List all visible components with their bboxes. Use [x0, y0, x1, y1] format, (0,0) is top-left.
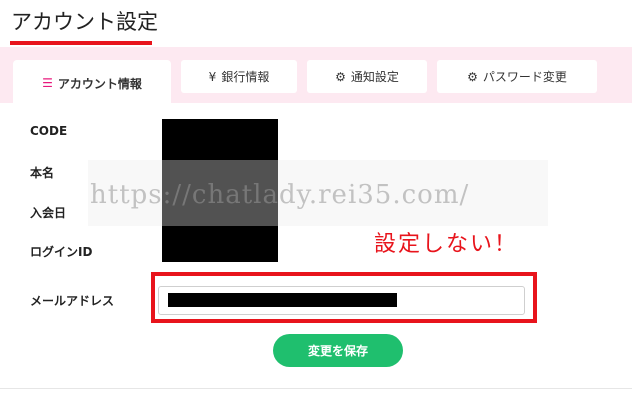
- code-label: CODE: [30, 124, 68, 138]
- gear-icon: ⚙: [335, 69, 346, 84]
- tab-bank-info[interactable]: ¥ 銀行情報: [181, 60, 297, 93]
- title-underline: [10, 41, 152, 45]
- email-label: メールアドレス: [30, 294, 115, 308]
- login-id-label: ログインID: [30, 245, 93, 259]
- page-title: アカウント設定: [11, 10, 158, 34]
- tab-label: アカウント情報: [57, 76, 142, 91]
- divider: [0, 388, 632, 389]
- tab-label: パスワード変更: [482, 70, 567, 84]
- tab-label: 銀行情報: [221, 70, 270, 84]
- join-date-label: 入会日: [30, 206, 67, 220]
- tab-account-info[interactable]: ☰ アカウント情報: [13, 60, 171, 106]
- save-button[interactable]: 変更を保存: [273, 334, 403, 367]
- annotation-highlight-box: [151, 272, 537, 323]
- name-label: 本名: [30, 166, 55, 180]
- tab-label: 通知設定: [350, 70, 399, 84]
- yen-icon: ¥: [208, 69, 217, 84]
- gear-icon: ⚙: [467, 69, 478, 84]
- tab-notification-settings[interactable]: ⚙ 通知設定: [307, 60, 427, 93]
- watermark-text: https://chatlady.rei35.com/: [90, 180, 470, 210]
- list-icon: ☰: [42, 76, 53, 90]
- tab-password-change[interactable]: ⚙ パスワード変更: [437, 60, 597, 93]
- annotation-text: 設定しない！: [374, 232, 519, 257]
